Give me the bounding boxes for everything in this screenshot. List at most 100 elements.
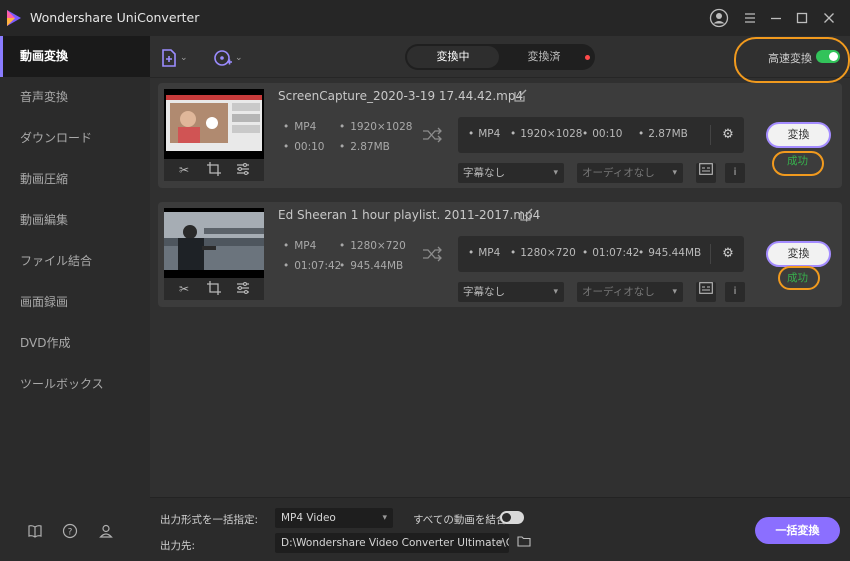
info-icon[interactable]: i bbox=[725, 282, 745, 302]
convert-label: 変換 bbox=[787, 128, 810, 141]
output-format-label: 出力形式を一括指定: bbox=[160, 514, 259, 526]
crop-icon[interactable] bbox=[206, 281, 222, 297]
add-file-icon bbox=[162, 48, 176, 67]
convert-button[interactable]: 変換 bbox=[766, 122, 831, 148]
convert-label: 変換 bbox=[787, 247, 810, 260]
chevron-down-icon: ▾ bbox=[553, 168, 558, 178]
sidebar-item-label: 動画圧縮 bbox=[20, 172, 69, 186]
user-icon[interactable] bbox=[709, 8, 729, 28]
output-destination-dropdown[interactable]: D:\Wondershare Video Converter Ultimate\… bbox=[275, 533, 509, 553]
highlight-annotation bbox=[734, 37, 850, 83]
crop-icon[interactable] bbox=[206, 162, 222, 178]
sidebar-item-audio-convert[interactable]: 音声変換 bbox=[0, 77, 150, 118]
tab-label: 変換済 bbox=[527, 50, 561, 63]
add-disc-button[interactable]: ⌄ bbox=[213, 46, 243, 68]
output-destination-label: 出力先: bbox=[160, 540, 196, 552]
sidebar-item-screen-record[interactable]: 画面録画 bbox=[0, 282, 150, 323]
folder-icon[interactable] bbox=[516, 535, 532, 551]
convert-button[interactable]: 変換 bbox=[766, 241, 831, 267]
sidebar-item-file-merge[interactable]: ファイル結合 bbox=[0, 241, 150, 282]
menu-icon[interactable] bbox=[740, 8, 760, 28]
target-format: MP4 bbox=[468, 128, 500, 140]
convert-arrow-icon bbox=[422, 246, 442, 262]
file-name: Ed Sheeran 1 hour playlist. 2011-2017.mp… bbox=[278, 208, 541, 222]
source-format: MP4 bbox=[283, 240, 316, 252]
audio-value: オーディオなし bbox=[582, 286, 655, 298]
conversion-tabs: 変換中 変換済 bbox=[405, 44, 595, 70]
maximize-icon[interactable] bbox=[792, 8, 812, 28]
gear-icon[interactable]: ⚙ bbox=[720, 246, 736, 262]
file-card: ✂ Ed Sheeran 1 hour playlist. 2011-2017.… bbox=[158, 202, 842, 307]
sidebar-item-video-edit[interactable]: 動画編集 bbox=[0, 200, 150, 241]
source-duration: 01:07:42 bbox=[283, 260, 341, 272]
target-size: 2.87MB bbox=[638, 128, 688, 140]
rename-edit-icon[interactable] bbox=[514, 89, 528, 103]
sidebar-item-dvd-create[interactable]: DVD作成 bbox=[0, 323, 150, 364]
subtitle-edit-icon[interactable] bbox=[696, 282, 716, 302]
video-thumbnail[interactable] bbox=[164, 89, 264, 159]
effects-settings-icon[interactable] bbox=[235, 162, 251, 178]
guide-book-icon[interactable] bbox=[26, 522, 44, 540]
sidebar-item-label: 動画編集 bbox=[20, 213, 69, 227]
batch-convert-label: 一括変換 bbox=[775, 524, 820, 537]
tab-label: 変換中 bbox=[436, 50, 470, 63]
output-format-dropdown[interactable]: MP4 Video ▾ bbox=[275, 508, 393, 528]
sidebar-item-label: 画面録画 bbox=[20, 295, 69, 309]
file-card: ✂ ScreenCapture_2020-3-19 17.44.42.mp4 M… bbox=[158, 83, 842, 188]
source-duration: 00:10 bbox=[283, 141, 324, 153]
sidebar: 動画変換 音声変換 ダウンロード 動画圧縮 動画編集 ファイル結合 画面録画 D… bbox=[0, 36, 150, 561]
sidebar-item-toolbox[interactable]: ツールボックス bbox=[0, 364, 150, 405]
audio-dropdown[interactable]: オーディオなし ▾ bbox=[577, 282, 683, 302]
sidebar-item-label: ツールボックス bbox=[20, 377, 104, 391]
source-resolution: 1920×1028 bbox=[339, 121, 412, 133]
sidebar-item-download[interactable]: ダウンロード bbox=[0, 118, 150, 159]
help-icon[interactable]: ? bbox=[61, 522, 79, 540]
rename-edit-icon[interactable] bbox=[520, 208, 534, 222]
convert-arrow-icon bbox=[422, 127, 442, 143]
file-name: ScreenCapture_2020-3-19 17.44.42.mp4 bbox=[278, 89, 524, 103]
target-info-panel: MP4 1280×720 01:07:42 945.44MB ⚙ bbox=[458, 236, 744, 272]
sidebar-item-label: ダウンロード bbox=[20, 131, 93, 145]
merge-all-toggle[interactable] bbox=[500, 511, 524, 524]
trim-scissors-icon[interactable]: ✂ bbox=[176, 162, 192, 178]
trim-scissors-icon[interactable]: ✂ bbox=[176, 281, 192, 297]
bottom-bar: 出力形式を一括指定: MP4 Video ▾ すべての動画を結合 出力先: D:\… bbox=[150, 497, 850, 561]
tab-converted[interactable]: 変換済 bbox=[499, 44, 589, 70]
output-format-value: MP4 Video bbox=[281, 512, 336, 524]
batch-convert-button[interactable]: 一括変換 bbox=[755, 517, 840, 544]
sidebar-item-label: 音声変換 bbox=[20, 90, 69, 104]
account-icon[interactable] bbox=[97, 522, 115, 540]
tab-converting[interactable]: 変換中 bbox=[407, 46, 499, 68]
chevron-down-icon: ⌄ bbox=[235, 52, 243, 63]
divider bbox=[710, 125, 711, 145]
add-file-button[interactable]: ⌄ bbox=[160, 46, 188, 68]
gear-icon[interactable]: ⚙ bbox=[720, 127, 736, 143]
subtitle-value: 字幕なし bbox=[463, 286, 505, 298]
sidebar-item-label: ファイル結合 bbox=[20, 254, 93, 268]
chevron-down-icon: ▾ bbox=[553, 287, 558, 297]
source-size: 2.87MB bbox=[339, 141, 390, 153]
minimize-icon[interactable] bbox=[766, 8, 786, 28]
subtitle-dropdown[interactable]: 字幕なし ▾ bbox=[458, 163, 564, 183]
thumbnail-toolbar: ✂ bbox=[164, 159, 264, 181]
subtitle-edit-icon[interactable] bbox=[696, 163, 716, 183]
source-resolution: 1280×720 bbox=[339, 240, 406, 252]
close-icon[interactable] bbox=[819, 8, 839, 28]
app-title: Wondershare UniConverter bbox=[30, 10, 200, 25]
video-thumbnail[interactable] bbox=[164, 208, 264, 278]
audio-value: オーディオなし bbox=[582, 167, 655, 179]
thumbnail-toolbar: ✂ bbox=[164, 278, 264, 300]
chevron-down-icon: ▾ bbox=[672, 287, 677, 297]
effects-settings-icon[interactable] bbox=[235, 281, 251, 297]
info-icon[interactable]: i bbox=[725, 163, 745, 183]
chevron-down-icon: ▾ bbox=[672, 168, 677, 178]
toggle-knob bbox=[502, 513, 511, 522]
audio-dropdown[interactable]: オーディオなし ▾ bbox=[577, 163, 683, 183]
sidebar-item-video-convert[interactable]: 動画変換 bbox=[0, 36, 150, 77]
source-format: MP4 bbox=[283, 121, 316, 133]
target-resolution: 1920×1028 bbox=[510, 128, 582, 140]
sidebar-item-video-compress[interactable]: 動画圧縮 bbox=[0, 159, 150, 200]
subtitle-dropdown[interactable]: 字幕なし ▾ bbox=[458, 282, 564, 302]
uniconverter-logo-icon bbox=[7, 10, 21, 26]
chevron-down-icon: ▾ bbox=[382, 513, 387, 523]
